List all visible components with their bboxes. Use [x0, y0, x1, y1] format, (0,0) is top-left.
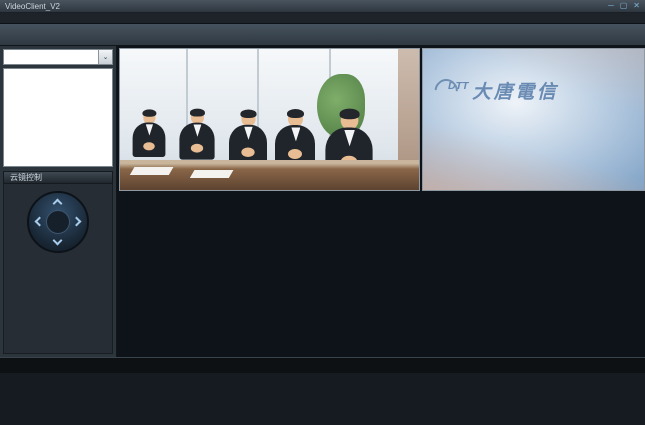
sidebar: ⌄ 云镜控制 — [0, 46, 117, 357]
window-controls: ─ ▢ ✕ — [608, 1, 640, 11]
chevron-down-icon[interactable]: ⌄ — [98, 50, 112, 64]
video-tile-logo[interactable]: DTT 大唐電信 — [422, 48, 645, 191]
title-bar: VideoClient_V2 ─ ▢ ✕ — [0, 0, 645, 13]
ptz-panel-header: 云镜控制 — [3, 171, 113, 184]
window-title: VideoClient_V2 — [5, 2, 60, 11]
ptz-panel — [3, 184, 113, 354]
dtt-watermark: DTT 大唐電信 — [435, 77, 559, 104]
menu-bar — [0, 13, 645, 24]
device-tree — [3, 68, 113, 167]
minimize-button[interactable]: ─ — [608, 1, 614, 11]
maximize-button[interactable]: ▢ — [620, 1, 628, 11]
pan-left-icon[interactable] — [35, 217, 45, 227]
alarm-button-bar — [0, 373, 645, 425]
alarm-tab-bar — [0, 358, 645, 373]
layout-selector-bar — [119, 337, 645, 357]
video-client-window: VideoClient_V2 ─ ▢ ✕ ⌄ 云镜控制 — [0, 0, 645, 425]
device-dropdown[interactable]: ⌄ — [3, 49, 113, 65]
nav-tab-bar — [0, 24, 645, 46]
pan-up-icon[interactable] — [53, 199, 63, 209]
video-tile-live[interactable] — [119, 48, 420, 191]
ptz-center-button[interactable] — [46, 210, 70, 234]
close-button[interactable]: ✕ — [633, 1, 640, 11]
alarm-panel — [0, 357, 645, 425]
live-video-image — [120, 49, 419, 190]
video-area: DTT 大唐電信 — [117, 46, 645, 357]
pan-down-icon[interactable] — [53, 236, 63, 246]
pan-right-icon[interactable] — [72, 217, 82, 227]
ptz-dpad[interactable] — [27, 191, 89, 253]
device-dropdown-value — [4, 50, 98, 64]
